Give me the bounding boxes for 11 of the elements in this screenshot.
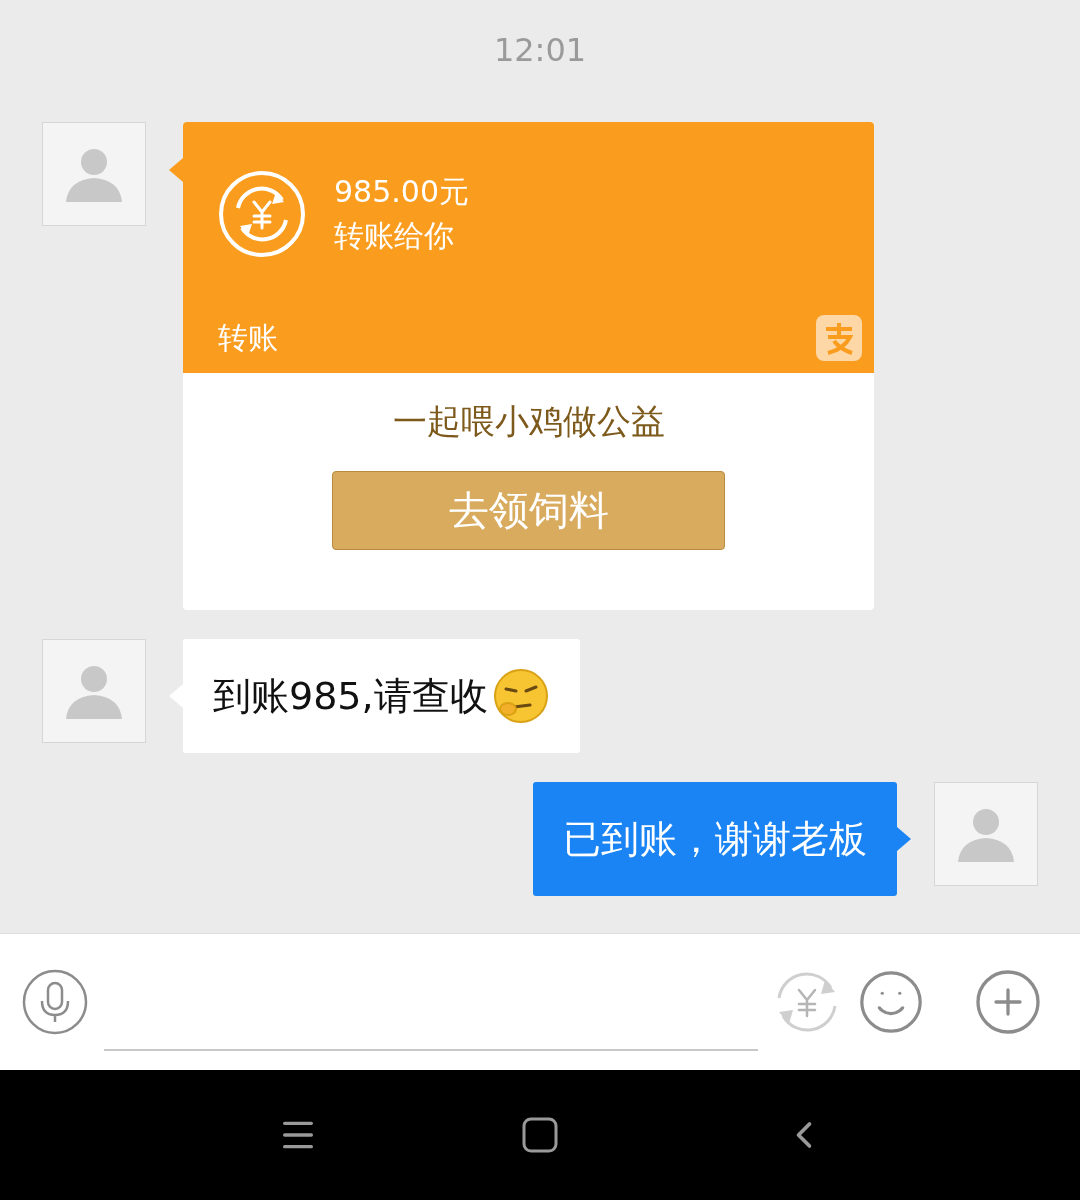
transfer-label: 转账 xyxy=(218,319,278,357)
microphone-icon[interactable] xyxy=(22,969,88,1035)
transfer-note: 转账给你 xyxy=(334,217,455,255)
payment-logo-icon xyxy=(816,315,862,361)
transfer-amount: 985.00元 xyxy=(334,173,469,211)
message-time: 12:01 xyxy=(493,30,587,70)
message-text: 已到账，谢谢老板 xyxy=(563,815,867,863)
message-text: 到账985,请查收 xyxy=(213,672,488,720)
transfer-icon xyxy=(218,170,306,258)
home-icon[interactable] xyxy=(522,1117,558,1153)
promo-text: 一起喂小鸡做公益 xyxy=(392,400,665,443)
